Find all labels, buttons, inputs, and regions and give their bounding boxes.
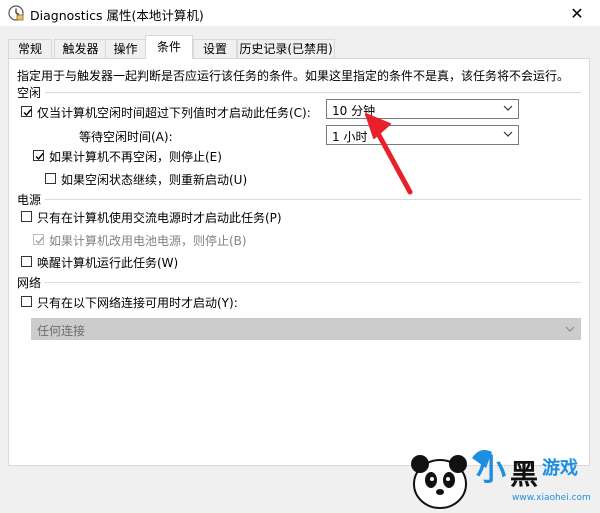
logo-brand-char-2: 黑 <box>510 458 538 491</box>
tab-conditions[interactable]: 条件 <box>145 35 193 59</box>
restart-if-idle-resumes-checkbox[interactable] <box>45 173 56 184</box>
idle-duration-dropdown[interactable]: 10 分钟 <box>326 99 519 119</box>
start-only-if-idle-label: 仅当计算机空闲时间超过下列值时才启动此任务(C): <box>37 106 311 120</box>
description-text: 指定用于与触发器一起判断是否应运行该任务的条件。如果这里指定的条件不是真，该任务… <box>17 69 570 83</box>
stop-if-not-idle-checkbox[interactable] <box>33 150 44 161</box>
chevron-down-icon <box>503 131 513 137</box>
close-button[interactable]: ✕ <box>554 0 600 26</box>
stop-on-battery-checkbox[interactable] <box>33 234 44 245</box>
idle-divider <box>45 92 581 93</box>
tab-triggers[interactable]: 触发器 <box>54 39 107 58</box>
panda-mascot-icon: 小 黑 游戏 www.xiaohei.com <box>411 450 591 509</box>
checkmark-icon <box>35 153 44 161</box>
wake-to-run-checkbox[interactable] <box>21 256 32 267</box>
idle-section-header: 空闲 <box>17 86 42 100</box>
network-section-header: 网络 <box>17 276 42 290</box>
title-bar: Diagnostics 属性(本地计算机) ✕ <box>0 0 600 26</box>
checkmark-icon <box>23 109 32 117</box>
logo-brand-char-1: 小 <box>476 453 506 488</box>
logo-url-text: www.xiaohei.com <box>512 493 591 503</box>
xiaohei-logo: 小 黑 游戏 www.xiaohei.com <box>402 438 592 510</box>
only-if-network-checkbox[interactable] <box>21 296 32 307</box>
tab-actions[interactable]: 操作 <box>105 39 146 58</box>
restart-if-idle-resumes-label: 如果空闲状态继续，则重新启动(U) <box>61 173 248 187</box>
start-only-if-idle-checkbox[interactable] <box>21 106 32 117</box>
ac-power-only-label: 只有在计算机使用交流电源时才启动此任务(P) <box>37 211 282 225</box>
close-icon: ✕ <box>570 3 584 23</box>
tab-settings[interactable]: 设置 <box>193 39 237 58</box>
tab-history[interactable]: 历史记录(已禁用) <box>237 39 335 58</box>
checkmark-icon <box>35 237 44 245</box>
chevron-down-icon <box>565 326 575 332</box>
logo-brand-char-3: 游戏 <box>542 457 578 479</box>
power-section-header: 电源 <box>17 193 42 207</box>
window-title: Diagnostics 属性(本地计算机) <box>30 8 204 23</box>
network-connection-value: 任何连接 <box>37 324 86 338</box>
network-divider <box>45 282 581 283</box>
power-divider <box>45 199 581 200</box>
stop-on-battery-label: 如果计算机改用电池电源，则停止(B) <box>49 234 247 248</box>
conditions-panel: 指定用于与触发器一起判断是否应运行该任务的条件。如果这里指定的条件不是真，该任务… <box>8 58 590 466</box>
only-if-network-label: 只有在以下网络连接可用时才启动(Y): <box>37 296 238 310</box>
wait-idle-label: 等待空闲时间(A): <box>79 130 173 144</box>
network-connection-dropdown[interactable]: 任何连接 <box>31 318 581 340</box>
wake-to-run-label: 唤醒计算机运行此任务(W) <box>37 256 179 270</box>
chevron-down-icon <box>503 105 513 111</box>
wait-duration-dropdown[interactable]: 1 小时 <box>326 125 519 145</box>
tab-general[interactable]: 常规 <box>8 39 52 58</box>
red-arrow-annotation <box>365 113 413 195</box>
ac-power-only-checkbox[interactable] <box>21 211 32 222</box>
stop-if-not-idle-label: 如果计算机不再空闲，则停止(E) <box>49 150 222 164</box>
task-scheduler-icon <box>8 5 24 21</box>
